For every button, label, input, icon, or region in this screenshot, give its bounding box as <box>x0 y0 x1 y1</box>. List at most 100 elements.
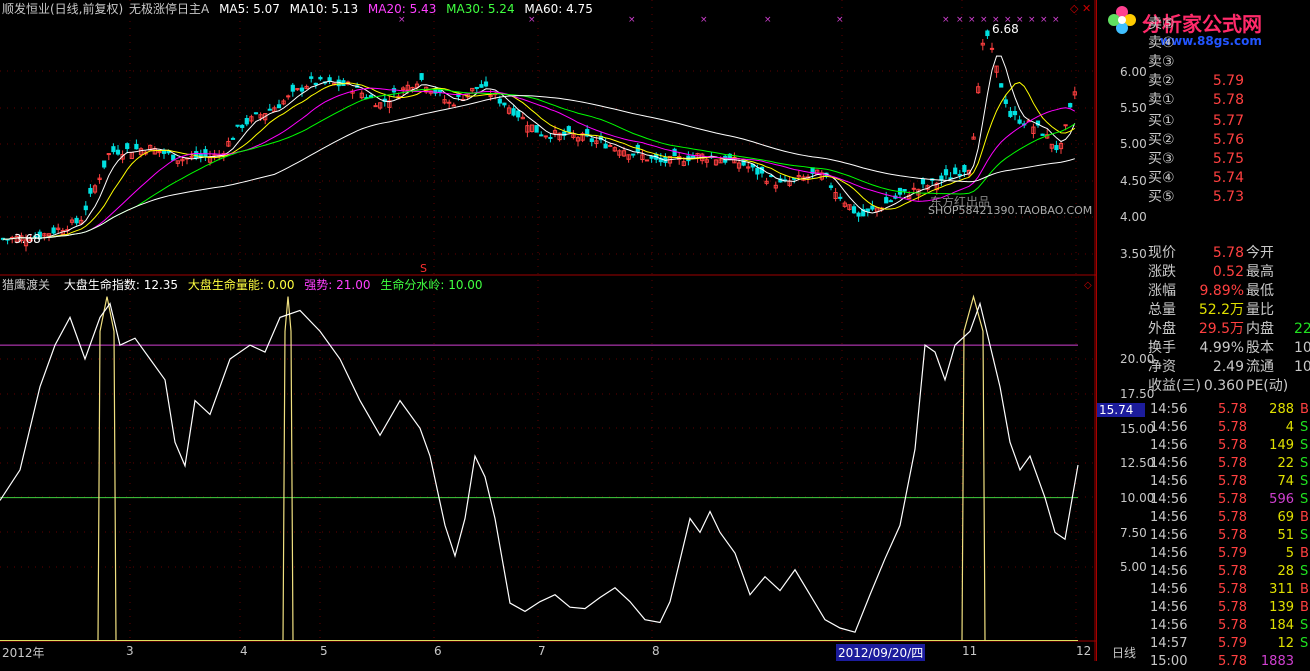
life-volume: 大盘生命量能: 0.00 <box>187 278 295 292</box>
quote-value: 4.99% <box>1199 340 1244 356</box>
candle-body <box>115 149 121 155</box>
quote-label-2: 股本 <box>1246 340 1274 356</box>
candle-body <box>856 212 861 217</box>
candle-body <box>870 205 875 210</box>
candle-body <box>1012 110 1018 116</box>
indicator-toggle-icon[interactable]: ◇ <box>1084 280 1092 291</box>
quote-label: 现价 <box>1148 245 1176 261</box>
order-price: 5.74 <box>1212 170 1244 186</box>
current-indicator-value: 15.74 <box>1097 403 1145 417</box>
order-level-label: 卖③ <box>1148 54 1175 70</box>
x-label-5: 5 <box>320 644 328 658</box>
close-panel-icon[interactable]: ✕ <box>1082 2 1091 15</box>
order-price: 5.76 <box>1212 132 1244 148</box>
tick-volume: 28 <box>1277 564 1294 579</box>
quote-label-2: 内盘 <box>1246 321 1274 337</box>
candle-body <box>276 104 282 109</box>
candle-body <box>943 169 949 176</box>
tick-price: 5.78 <box>1218 600 1247 615</box>
ma20-line <box>2 87 1076 240</box>
order-price: 5.77 <box>1212 113 1244 129</box>
x-label-year: 2012年 <box>2 646 45 660</box>
candle-body <box>479 84 484 88</box>
candle-body <box>189 155 194 158</box>
candle-body <box>631 153 636 156</box>
tick-price: 5.78 <box>1218 564 1247 579</box>
tick-time: 14:56 <box>1150 528 1188 543</box>
candle-body <box>957 173 962 176</box>
tick-price: 5.78 <box>1218 456 1247 471</box>
ma5-value: MA5: 5.07 <box>219 2 280 16</box>
candle-body <box>516 110 521 118</box>
candle-body <box>447 101 452 104</box>
signal-marker-icon: × <box>528 15 536 25</box>
order-price: 5.79 <box>1212 73 1244 89</box>
price-tick: 4.00 <box>1120 210 1147 224</box>
signal-marker-icon: × <box>398 15 406 25</box>
tick-price: 5.78 <box>1218 474 1247 489</box>
quote-label: 涨跌 <box>1148 264 1176 280</box>
signal-marker-icon: × <box>700 15 708 25</box>
candle-body <box>267 108 272 111</box>
collapse-icon[interactable]: ◇ <box>1070 2 1078 15</box>
tick-price: 5.78 <box>1218 654 1247 669</box>
tick-volume: 149 <box>1269 438 1294 453</box>
order-level-label: 买⑤ <box>1148 189 1175 205</box>
price-tick: 4.50 <box>1120 174 1147 188</box>
candle-body <box>608 144 613 147</box>
quote-value: 9.89% <box>1199 283 1244 299</box>
candle-body <box>1008 110 1013 117</box>
candle-body <box>902 189 907 192</box>
tick-volume: 5 <box>1285 546 1294 561</box>
tick-volume: 139 <box>1269 600 1294 615</box>
candle-body <box>230 137 236 140</box>
tick-volume: 51 <box>1277 528 1294 543</box>
x-label-3: 3 <box>126 644 134 658</box>
tick-side: B <box>1300 582 1309 597</box>
ma5-line <box>2 55 1076 240</box>
x-label-12: 12 <box>1076 644 1092 658</box>
ma30-line <box>2 88 1076 240</box>
x-label-4: 4 <box>240 644 248 658</box>
tick-volume: 22 <box>1277 456 1294 471</box>
candle-body <box>102 160 107 168</box>
candle-body <box>286 95 291 98</box>
candle-body <box>111 146 116 153</box>
tick-time: 15:00 <box>1150 654 1188 669</box>
signal-marker-icon: × <box>628 15 636 25</box>
candle-body <box>838 196 843 199</box>
signal-marker-icon: × <box>1040 15 1048 25</box>
logo-url: www.88gs.com <box>1160 34 1262 48</box>
tick-time: 14:56 <box>1150 564 1188 579</box>
tick-volume: 69 <box>1277 510 1294 525</box>
strength-value: 强势: 21.00 <box>304 278 371 292</box>
candle-body <box>865 208 870 212</box>
tick-volume: 311 <box>1269 582 1294 597</box>
candle-body <box>171 154 176 161</box>
candle-body <box>235 124 240 127</box>
candle-body <box>548 136 553 139</box>
tick-side: S <box>1300 636 1309 651</box>
chart-area[interactable]: × × × × × × × × × × × × × × × × S 顺发恒业(日线,前复权) 无极涨停日主A M… <box>0 0 1096 661</box>
tick-time: 14:56 <box>1150 510 1188 525</box>
tick-price: 5.78 <box>1218 618 1247 633</box>
quote-label: 外盘 <box>1148 321 1176 337</box>
tick-side: B <box>1300 510 1309 525</box>
order-level-label: 买① <box>1148 113 1175 129</box>
chart-canvas[interactable]: × × × × × × × × × × × × × × × ×S <box>0 0 1096 661</box>
tick-price: 5.78 <box>1218 528 1247 543</box>
tick-time: 14:56 <box>1150 546 1188 561</box>
candle-body <box>253 112 259 115</box>
life-index-line <box>0 301 1079 633</box>
candle-body <box>497 98 502 104</box>
candle-body <box>125 143 130 150</box>
tick-volume: 74 <box>1277 474 1294 489</box>
order-level-label: 卖⑤ <box>1148 16 1175 32</box>
candle-body <box>373 105 378 108</box>
candle-body <box>962 165 967 173</box>
period-label[interactable]: 日线 <box>1112 644 1136 661</box>
quote-label-2: 今开 <box>1246 245 1274 261</box>
tick-side: S <box>1300 420 1309 435</box>
order-level-label: 卖② <box>1148 73 1175 89</box>
quote-value: 2.49 <box>1212 359 1244 375</box>
